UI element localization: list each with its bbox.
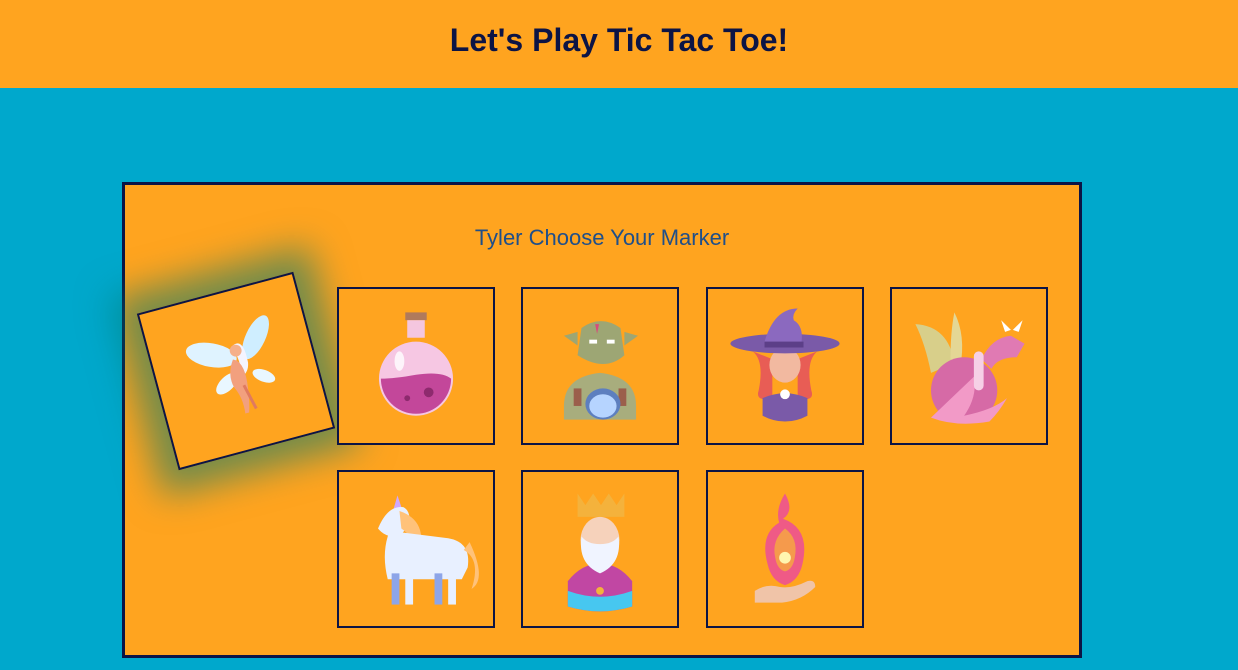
fairy-icon	[185, 315, 276, 414]
marker-selection-board: Tyler Choose Your Marker	[122, 182, 1082, 658]
marker-card-unicorn[interactable]	[337, 470, 495, 628]
choose-marker-prompt: Tyler Choose Your Marker	[474, 225, 730, 250]
header-bar: Let's Play Tic Tac Toe!	[0, 0, 1238, 88]
page-title: Let's Play Tic Tac Toe!	[449, 22, 789, 58]
potion-icon	[378, 312, 454, 416]
orc-icon	[563, 321, 639, 420]
marker-card-dragon[interactable]	[890, 287, 1048, 445]
dragon-icon	[915, 312, 1025, 424]
marker-card-fairy[interactable]	[136, 271, 336, 471]
marker-card-fire[interactable]	[706, 470, 864, 628]
marker-card-potion[interactable]	[337, 287, 495, 445]
fire-hand-icon	[754, 493, 816, 603]
witch-icon	[730, 308, 840, 422]
marker-card-witch[interactable]	[706, 287, 864, 445]
unicorn-icon	[377, 495, 479, 605]
king-icon	[567, 493, 633, 612]
marker-card-king[interactable]	[521, 470, 679, 628]
marker-card-orc[interactable]	[521, 287, 679, 445]
